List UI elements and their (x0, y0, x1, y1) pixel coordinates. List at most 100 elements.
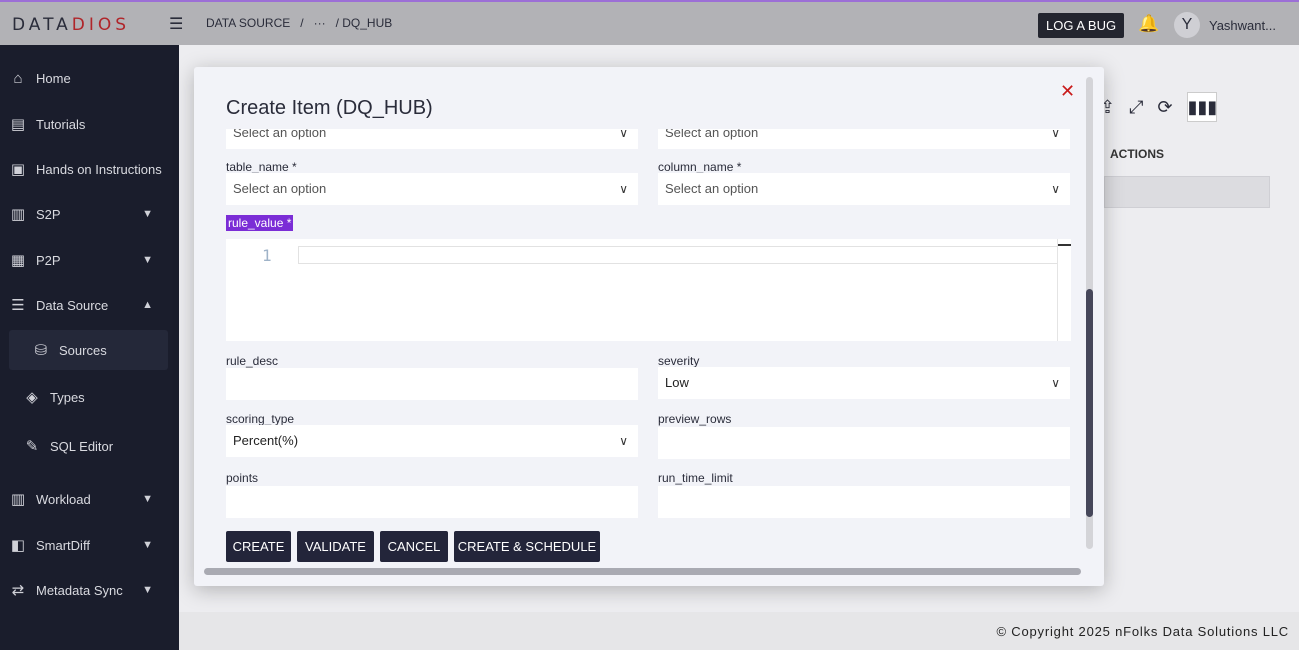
chevron-down-icon: ▼ (142, 493, 153, 505)
user-name[interactable]: Yashwant... (1209, 18, 1276, 33)
table-row (1104, 176, 1270, 208)
editor-marker (1058, 244, 1071, 246)
sidebar-item-label: S2P (36, 206, 61, 222)
column-name-select[interactable]: Select an option ∨ (658, 173, 1070, 205)
select-value: Percent(%) (233, 433, 299, 448)
sidebar-item-p2p[interactable]: ▦ P2P ▼ (0, 240, 179, 280)
sidebar-item-s2p[interactable]: ▥ S2P ▼ (0, 194, 179, 234)
severity-label: severity (658, 354, 700, 368)
vertical-scrollbar[interactable] (1086, 77, 1093, 549)
sidebar-item-hands-on[interactable]: ▣ Hands on Instructions (0, 149, 179, 189)
sidebar-item-workload[interactable]: ▥ Workload ▼ (0, 479, 179, 519)
editor-line[interactable] (298, 246, 1058, 264)
book-icon: ▤ (10, 116, 26, 133)
create-schedule-button[interactable]: CREATE & SCHEDULE (454, 531, 600, 562)
home-icon: ⌂ (13, 69, 23, 87)
sidebar-item-label: SmartDiff (36, 537, 90, 553)
table-name-label: table_name * (226, 160, 297, 174)
sidebar-item-label: Tutorials (36, 116, 86, 132)
horizontal-scrollbar[interactable] (204, 568, 1081, 575)
fullscreen-icon[interactable]: ⤢ (1129, 97, 1143, 118)
sidebar-item-home[interactable]: ⌂ Home (0, 58, 179, 98)
actions-header: ACTIONS (1110, 147, 1164, 161)
severity-select[interactable]: Low ∨ (658, 367, 1070, 399)
copyright-text: © Copyright 2025 nFolks Data Solutions L… (996, 624, 1289, 639)
sidebar-item-smartdiff[interactable]: ◧ SmartDiff ▼ (0, 525, 179, 565)
rule-desc-input[interactable] (226, 368, 638, 400)
points-input[interactable] (226, 486, 638, 518)
sidebar-item-data-source[interactable]: ☰ Data Source ▲ (0, 285, 179, 325)
select-value: Select an option (233, 129, 327, 140)
footer: © Copyright 2025 nFolks Data Solutions L… (179, 612, 1299, 650)
rule-value-label: rule_value * (226, 215, 294, 231)
breadcrumb-data-source[interactable]: DATA SOURCE (206, 16, 290, 30)
logo-text-a: DATA (12, 15, 72, 35)
workload-icon: ▥ (10, 491, 26, 508)
sidebar-item-label: Workload (36, 491, 91, 507)
clipped-select-row: Select an option ∨ Select an option ∨ (194, 129, 1104, 149)
validate-button[interactable]: VALIDATE (297, 531, 374, 562)
breadcrumb-ellipsis[interactable]: ··· (314, 16, 326, 30)
preview-rows-input[interactable] (658, 427, 1070, 459)
chevron-down-icon: ∨ (1051, 129, 1060, 140)
datadios-logo[interactable]: DATADIOS (12, 15, 130, 35)
create-button[interactable]: CREATE (226, 531, 291, 562)
columns-icon[interactable]: ▮▮▮ (1186, 92, 1217, 122)
editor-divider (1057, 239, 1058, 341)
select-value: Select an option (233, 181, 327, 196)
top-select-left[interactable]: Select an option ∨ (226, 129, 638, 149)
select-value: Select an option (665, 181, 759, 196)
close-icon[interactable]: ✕ (1060, 81, 1075, 102)
points-label: points (226, 471, 259, 485)
sidebar-item-label: Data Source (36, 297, 109, 313)
sidebar-item-label: Home (36, 70, 71, 86)
run-time-limit-input[interactable] (658, 486, 1070, 518)
sync-icon: ⇄ (11, 582, 25, 599)
s2p-icon: ▥ (10, 206, 26, 223)
server-icon: ☰ (11, 297, 25, 314)
bell-icon[interactable]: 🔔 (1138, 14, 1159, 34)
rule-value-editor[interactable]: 1 (226, 239, 1071, 341)
preview-rows-label: preview_rows (658, 412, 732, 426)
chevron-down-icon: ∨ (1051, 376, 1060, 390)
line-number: 1 (262, 246, 272, 265)
logo-text-b: DIOS (71, 15, 131, 35)
sidebar-item-label: SQL Editor (50, 438, 114, 454)
refresh-icon[interactable]: ⟳ (1158, 97, 1173, 118)
sidebar-item-label: Sources (59, 342, 107, 358)
background-toolbar: ⇪ ⤢ ⟳ ▮▮▮ (1100, 92, 1217, 122)
chevron-down-icon: ∨ (619, 129, 628, 140)
avatar[interactable]: Y (1174, 12, 1200, 38)
p2p-icon: ▦ (10, 252, 26, 269)
modal-title: Create Item (DQ_HUB) (226, 97, 433, 119)
column-name-label: column_name * (658, 160, 742, 174)
create-item-modal: Create Item (DQ_HUB) ✕ Select an option … (194, 67, 1104, 586)
database-icon: ⛁ (34, 342, 48, 359)
sidebar-item-label: Metadata Sync (36, 582, 123, 598)
scoring-type-label: scoring_type (226, 412, 295, 426)
top-select-right[interactable]: Select an option ∨ (658, 129, 1070, 149)
code-box-icon: ▣ (10, 161, 26, 178)
breadcrumb: DATA SOURCE / ··· / DQ_HUB (206, 16, 392, 30)
log-bug-button[interactable]: LOG A BUG (1038, 13, 1125, 38)
chevron-down-icon: ∨ (619, 182, 628, 196)
chevron-down-icon: ▼ (142, 584, 153, 596)
menu-toggle-icon[interactable]: ☰ (169, 14, 185, 33)
sidebar-item-types[interactable]: ◈ Types (0, 377, 179, 417)
chevron-up-icon: ▲ (142, 299, 153, 311)
breadcrumb-separator: / (300, 16, 304, 30)
top-bar: DATADIOS ☰ DATA SOURCE / ··· / DQ_HUB LO… (0, 0, 1299, 45)
sidebar-item-sources[interactable]: ⛁ Sources (9, 330, 168, 370)
scrollbar-thumb[interactable] (1086, 289, 1093, 517)
scoring-type-select[interactable]: Percent(%) ∨ (226, 425, 638, 457)
sidebar-item-sql-editor[interactable]: ✎ SQL Editor (0, 426, 179, 466)
chevron-down-icon: ▼ (142, 208, 153, 220)
chevron-down-icon: ▼ (142, 539, 153, 551)
sidebar-item-metadata-sync[interactable]: ⇄ Metadata Sync ▼ (0, 570, 179, 610)
sidebar-item-tutorials[interactable]: ▤ Tutorials (0, 104, 179, 144)
chevron-down-icon: ▼ (142, 254, 153, 266)
table-name-select[interactable]: Select an option ∨ (226, 173, 638, 205)
chevron-down-icon: ∨ (619, 434, 628, 448)
select-value: Low (665, 375, 689, 390)
cancel-button[interactable]: CANCEL (380, 531, 448, 562)
